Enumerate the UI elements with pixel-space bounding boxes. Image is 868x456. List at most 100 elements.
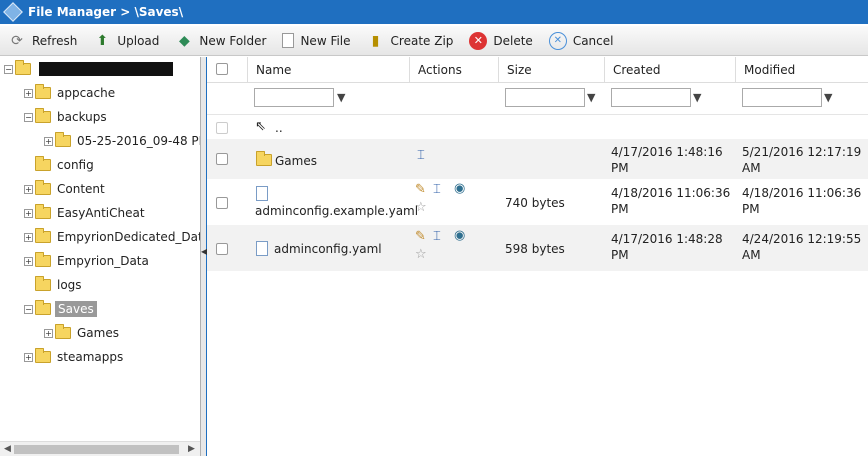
- cancel-label: Cancel: [572, 33, 614, 48]
- filter-row: ▼ ▼ ▼ ▼: [207, 83, 868, 115]
- scroll-right-icon[interactable]: ▶: [188, 444, 195, 454]
- tree-item-steamapps[interactable]: + steamapps: [24, 348, 125, 366]
- new-folder-label: New Folder: [199, 33, 267, 48]
- column-header-created[interactable]: Created: [605, 57, 736, 83]
- column-header-size[interactable]: Size: [499, 57, 605, 83]
- tree-item-empyriondedicated-data[interactable]: + EmpyrionDedicated_Data: [24, 228, 200, 246]
- created-filter-input[interactable]: [611, 88, 691, 107]
- collapse-icon[interactable]: −: [24, 304, 33, 314]
- favorite-star-icon[interactable]: ☆: [415, 248, 427, 261]
- table-row[interactable]: adminconfig.yaml ✎ ⌶ ◉ ☆ 598 bytes 4/17/…: [207, 225, 868, 271]
- folder-icon: [55, 132, 71, 147]
- name-filter-icon[interactable]: ▼: [337, 91, 345, 104]
- size-filter-input[interactable]: [505, 88, 585, 107]
- tree-item-label: EasyAntiCheat: [57, 206, 145, 220]
- cancel-button[interactable]: ✕ Cancel: [548, 31, 614, 50]
- tree-item-backups[interactable]: − backups: [24, 108, 109, 126]
- tree-item-saves[interactable]: − Saves: [24, 300, 97, 318]
- delete-label: Delete: [493, 33, 533, 48]
- table-row[interactable]: adminconfig.example.yaml ✎ ⌶ ◉ ☆ 740 byt…: [207, 179, 868, 225]
- web-view-icon[interactable]: ◉: [454, 229, 465, 242]
- tree-item-appcache[interactable]: + appcache: [24, 84, 117, 102]
- tree-item-games[interactable]: + Games: [44, 324, 121, 342]
- expand-icon[interactable]: +: [24, 88, 33, 98]
- folder-icon: [35, 252, 51, 267]
- up-level-icon[interactable]: ⇖: [255, 120, 266, 133]
- edit-icon[interactable]: ✎: [415, 230, 426, 243]
- tree-horizontal-scrollbar[interactable]: ◀ ▶: [0, 441, 200, 456]
- upload-icon: ⬆: [96, 32, 109, 49]
- column-header-modified[interactable]: Modified: [736, 57, 868, 83]
- window-title: File Manager > \Saves\: [28, 5, 184, 19]
- refresh-label: Refresh: [32, 33, 78, 48]
- tree-item-config[interactable]: config: [24, 156, 96, 174]
- expand-icon[interactable]: +: [44, 328, 53, 338]
- parent-directory-label[interactable]: ..: [275, 120, 283, 136]
- upload-button[interactable]: ⬆ Upload: [93, 32, 159, 50]
- pane-splitter[interactable]: ◀: [200, 57, 207, 456]
- collapse-icon[interactable]: −: [4, 64, 13, 74]
- name-filter-input[interactable]: [254, 88, 334, 107]
- rename-icon[interactable]: ⌶: [417, 149, 425, 162]
- expand-icon[interactable]: +: [44, 136, 53, 146]
- edit-icon[interactable]: ✎: [415, 183, 426, 196]
- created-filter-icon[interactable]: ▼: [693, 91, 701, 104]
- file-name[interactable]: adminconfig.example.yaml: [255, 203, 418, 219]
- new-folder-icon: ◆: [178, 32, 190, 49]
- folder-icon: [35, 204, 51, 219]
- rename-icon[interactable]: ⌶: [433, 183, 441, 196]
- row-checkbox[interactable]: [216, 243, 228, 255]
- tree-item-logs[interactable]: logs: [24, 276, 84, 294]
- tree-item-label: appcache: [57, 86, 116, 100]
- create-zip-button[interactable]: ▮ Create Zip: [367, 32, 454, 50]
- tree-item-label: Empyrion_Data: [57, 254, 149, 268]
- scroll-left-icon[interactable]: ◀: [4, 444, 11, 454]
- expand-icon[interactable]: +: [24, 352, 33, 362]
- modified-date: 5/21/2016 12:17:19 AM: [742, 145, 862, 175]
- tree-item-backup-date[interactable]: + 05-25-2016_09-48 PM: [44, 132, 200, 150]
- expand-icon[interactable]: +: [24, 256, 33, 266]
- parent-directory-row[interactable]: ⇖ ..: [207, 115, 868, 139]
- file-name[interactable]: Games: [275, 153, 317, 169]
- select-all-checkbox[interactable]: [216, 63, 228, 75]
- file-name[interactable]: adminconfig.yaml: [274, 241, 382, 257]
- new-file-icon: [282, 33, 295, 48]
- modified-filter-input[interactable]: [742, 88, 822, 107]
- table-row[interactable]: Games ⌶ 4/17/2016 1:48:16 PM 5/21/2016 1…: [207, 139, 868, 179]
- tree-item-label: config: [57, 158, 94, 172]
- new-file-label: New File: [300, 33, 351, 48]
- expand-icon[interactable]: +: [24, 232, 33, 242]
- tree-item-label: Games: [77, 326, 119, 340]
- tree-item-empyrion-data[interactable]: + Empyrion_Data: [24, 252, 151, 270]
- delete-icon: ✕: [469, 31, 488, 50]
- tree-item-easyanticheat[interactable]: + EasyAntiCheat: [24, 204, 147, 222]
- upload-label: Upload: [117, 33, 160, 48]
- delete-button[interactable]: ✕ Delete: [469, 31, 533, 50]
- row-checkbox: [216, 122, 228, 134]
- folder-icon: [256, 151, 272, 166]
- file-icon: [256, 241, 268, 256]
- size-filter-icon[interactable]: ▼: [587, 91, 595, 104]
- tree-root[interactable]: −: [4, 60, 173, 78]
- web-view-icon[interactable]: ◉: [454, 182, 465, 195]
- row-checkbox[interactable]: [216, 153, 228, 165]
- collapse-icon[interactable]: −: [24, 112, 33, 122]
- cancel-icon: ✕: [548, 31, 567, 50]
- grid-header: Name Actions Size Created Modified: [207, 57, 868, 83]
- modified-filter-icon[interactable]: ▼: [824, 91, 832, 104]
- new-file-button[interactable]: New File: [282, 33, 351, 48]
- column-header-name[interactable]: Name: [248, 57, 410, 83]
- refresh-button[interactable]: ⟳ Refresh: [8, 32, 77, 50]
- favorite-star-icon[interactable]: ☆: [415, 201, 427, 214]
- expand-icon[interactable]: +: [24, 184, 33, 194]
- new-folder-button[interactable]: ◆ New Folder: [175, 32, 266, 50]
- expand-icon[interactable]: +: [24, 208, 33, 218]
- tree-item-label: steamapps: [57, 350, 124, 364]
- rename-icon[interactable]: ⌶: [433, 230, 441, 243]
- folder-icon: [35, 180, 51, 195]
- scrollbar-thumb[interactable]: [14, 445, 179, 454]
- row-checkbox[interactable]: [216, 197, 228, 209]
- tree-item-content[interactable]: + Content: [24, 180, 107, 198]
- tree-item-label: backups: [57, 110, 107, 124]
- modified-date: 4/18/2016 11:06:36 PM: [742, 186, 862, 216]
